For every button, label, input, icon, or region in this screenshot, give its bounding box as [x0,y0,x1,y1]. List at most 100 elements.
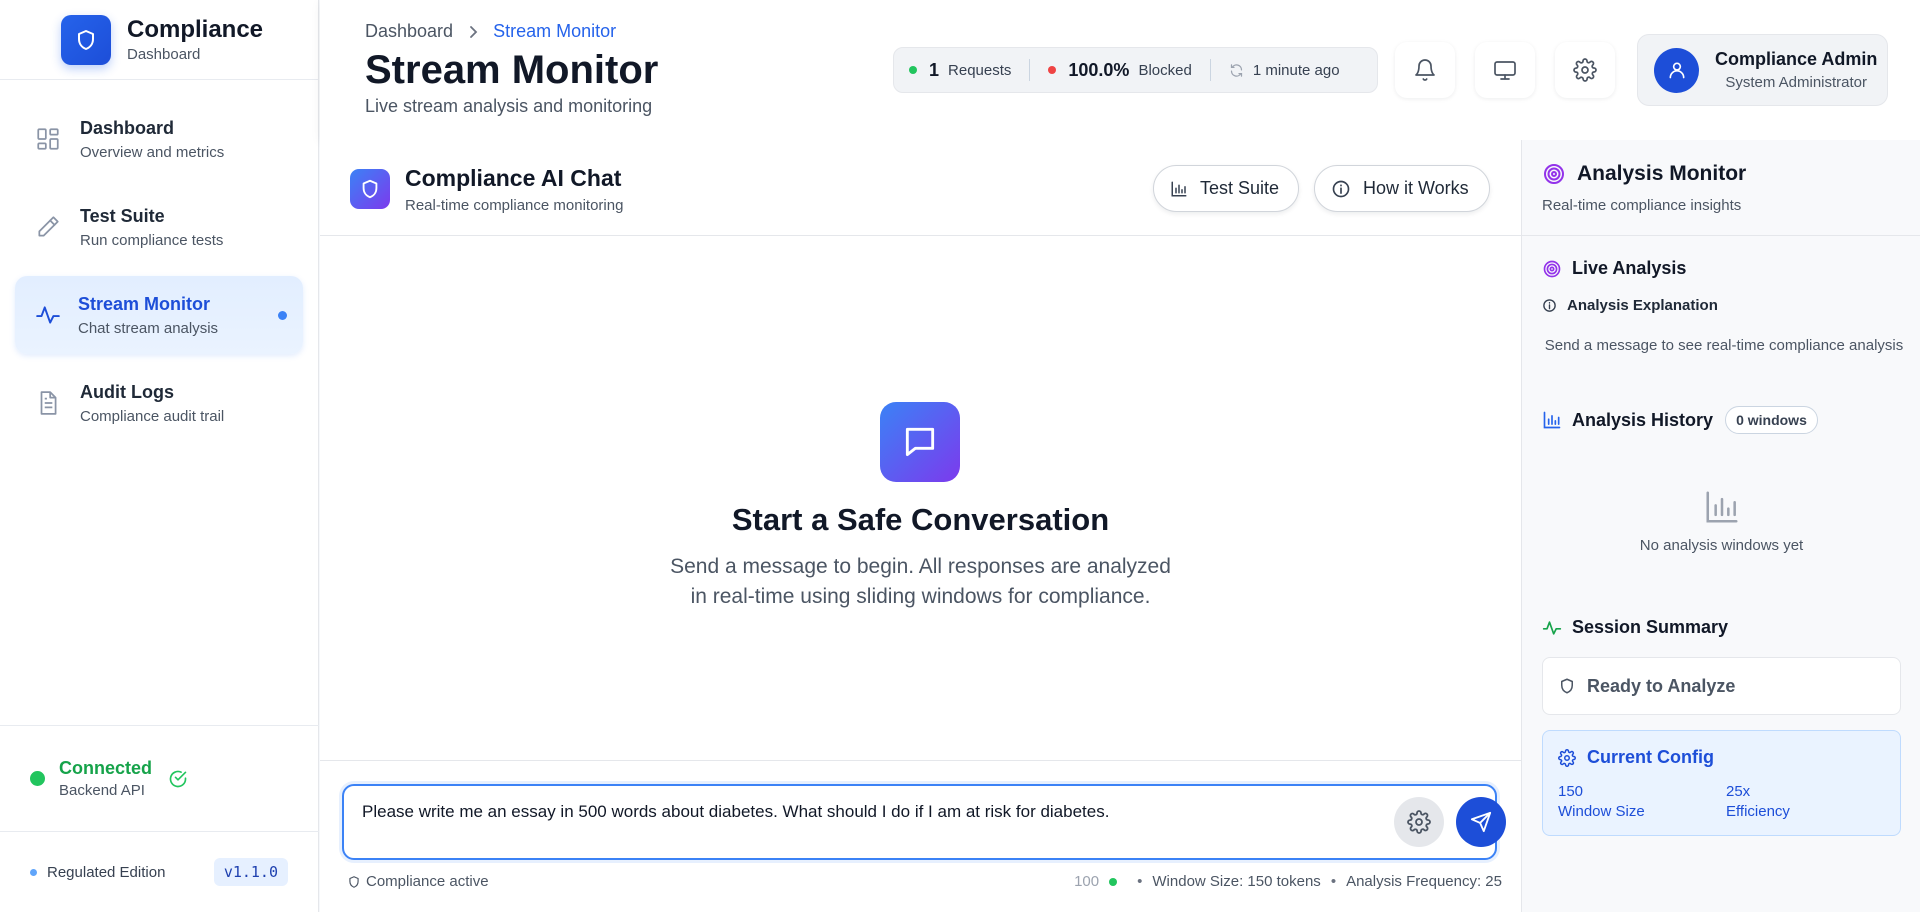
shield-icon [1558,677,1576,695]
test-suite-button[interactable]: Test Suite [1153,165,1299,212]
live-analysis-header: Live Analysis [1542,258,1686,279]
breadcrumb-dashboard[interactable]: Dashboard [365,21,453,42]
edition-dot [30,868,37,876]
message-input[interactable]: Please write me an essay in 500 words ab… [342,784,1506,860]
sidebar-item-label: Audit Logs [80,381,174,402]
display-button[interactable] [1475,42,1535,98]
bar-chart-icon [1170,180,1188,198]
pen-icon [35,214,61,240]
bell-icon [1413,58,1437,82]
edition-footer: Regulated Edition v1.1.0 [0,832,319,912]
settings-button[interactable] [1555,42,1615,98]
panel-subtitle: Real-time compliance insights [1542,197,1742,214]
sidebar-item-audit-logs[interactable]: Audit Logs Compliance audit trail [15,364,303,442]
input-footer: Compliance active 100 • Window Size: 150… [342,873,1502,890]
page-title: Stream Monitor [365,48,659,92]
breadcrumb-current: Stream Monitor [493,21,617,41]
session-summary-title: Session Summary [1572,617,1729,637]
requests-label: Requests [948,61,1012,79]
config-window-size: 150 Window Size [1558,782,1645,822]
gear-icon [1407,810,1431,834]
sidebar: Compliance Dashboard Dashboard Overview … [0,0,319,912]
config-efficiency: 25x Efficiency [1726,782,1790,822]
connection-title: Connected [59,758,153,778]
compliance-status: Compliance active [366,873,489,890]
efficiency-label: Efficiency [1726,803,1790,820]
sidebar-item-label: Dashboard [80,117,175,138]
user-name: Compliance Admin [1715,49,1878,69]
active-indicator [278,311,287,320]
session-status-card: Ready to Analyze [1542,657,1901,715]
history-empty-text: No analysis windows yet [1639,537,1804,554]
how-it-works-button[interactable]: How it Works [1314,165,1490,212]
empty-state-title: Start a Safe Conversation [731,502,1110,537]
panel-header: Analysis Monitor Real-time compliance in… [1522,140,1920,236]
shield-icon [347,875,361,889]
sidebar-item-stream-monitor[interactable]: Stream Monitor Chat stream analysis [15,276,303,354]
live-analysis-title: Live Analysis [1572,258,1687,278]
requests-dot [909,66,917,74]
message-square-icon [880,402,960,482]
sidebar-item-label: Test Suite [80,205,165,226]
connection-status: Connected Backend API [0,725,319,832]
send-button[interactable] [1456,797,1506,847]
analysis-explanation-title: Analysis Explanation [1567,297,1718,314]
analysis-explanation-text: Send a message to see real-time complian… [1544,337,1904,354]
send-icon [1470,811,1492,833]
brand-title: Compliance [127,16,264,43]
window-size-label: Window Size [1558,803,1645,820]
sidebar-item-desc: Chat stream analysis [78,319,219,337]
shield-icon [61,14,111,65]
user-role: System Administrator [1725,74,1868,91]
check-circle-icon [168,769,188,789]
sidebar-nav: Dashboard Overview and metrics Test Suit… [0,80,318,442]
sidebar-item-desc: Compliance audit trail [80,407,225,425]
current-config-title: Current Config [1587,747,1714,767]
bar-chart-icon [1542,410,1562,430]
activity-icon [35,302,61,328]
empty-state-text: Send a message to begin. All responses a… [670,555,1171,608]
panel-title: Analysis Monitor [1577,162,1747,185]
divider [1029,59,1031,81]
bar-chart-icon [1703,488,1741,526]
notifications-button[interactable] [1395,42,1455,98]
breadcrumb: Dashboard Stream Monitor [365,21,616,42]
target-icon [1542,162,1566,186]
blocked-stat: 100.0% Blocked [1048,60,1192,81]
analysis-history-title: Analysis History [1572,409,1714,430]
char-count: 100 [1074,873,1100,890]
chat-subtitle: Real-time compliance monitoring [405,197,624,214]
chat-title: Compliance AI Chat [405,165,622,191]
sidebar-item-test-suite[interactable]: Test Suite Run compliance tests [15,188,303,266]
separator: • [1330,873,1337,890]
chat-header: Compliance AI Chat Real-time compliance … [320,140,1521,236]
analysis-panel: Analysis Monitor Real-time compliance in… [1521,140,1920,912]
divider [1209,59,1211,81]
test-suite-label: Test Suite [1200,178,1280,198]
gear-icon [1573,58,1597,82]
brand[interactable]: Compliance Dashboard [0,0,318,80]
connection-target: Backend API [59,782,145,799]
refresh-icon [1229,63,1244,78]
grid-icon [35,126,61,152]
gear-icon [1558,748,1576,767]
session-summary-header: Session Summary [1542,617,1728,638]
current-config-card: Current Config 150 Window Size 25x Effic… [1542,730,1901,836]
avatar [1654,47,1699,93]
sidebar-item-desc: Overview and metrics [80,143,225,161]
updated-time: 1 minute ago [1252,61,1340,79]
chat-input-area: Please write me an essay in 500 words ab… [320,760,1521,912]
shield-icon [350,169,390,209]
sidebar-item-dashboard[interactable]: Dashboard Overview and metrics [15,100,303,178]
info-icon [1331,179,1351,199]
analysis-explanation-header: Analysis Explanation [1542,297,1718,314]
input-settings-button[interactable] [1394,797,1444,847]
efficiency-value: 25x [1726,783,1751,800]
message-input-value[interactable]: Please write me an essay in 500 words ab… [362,802,1109,822]
window-size-value: 150 [1558,783,1584,800]
windows-count-badge: 0 windows [1725,406,1818,434]
blocked-dot [1048,66,1057,74]
user-menu[interactable]: Compliance Admin System Administrator [1637,34,1888,106]
sidebar-item-desc: Run compliance tests [80,231,224,249]
blocked-label: Blocked [1138,61,1192,79]
